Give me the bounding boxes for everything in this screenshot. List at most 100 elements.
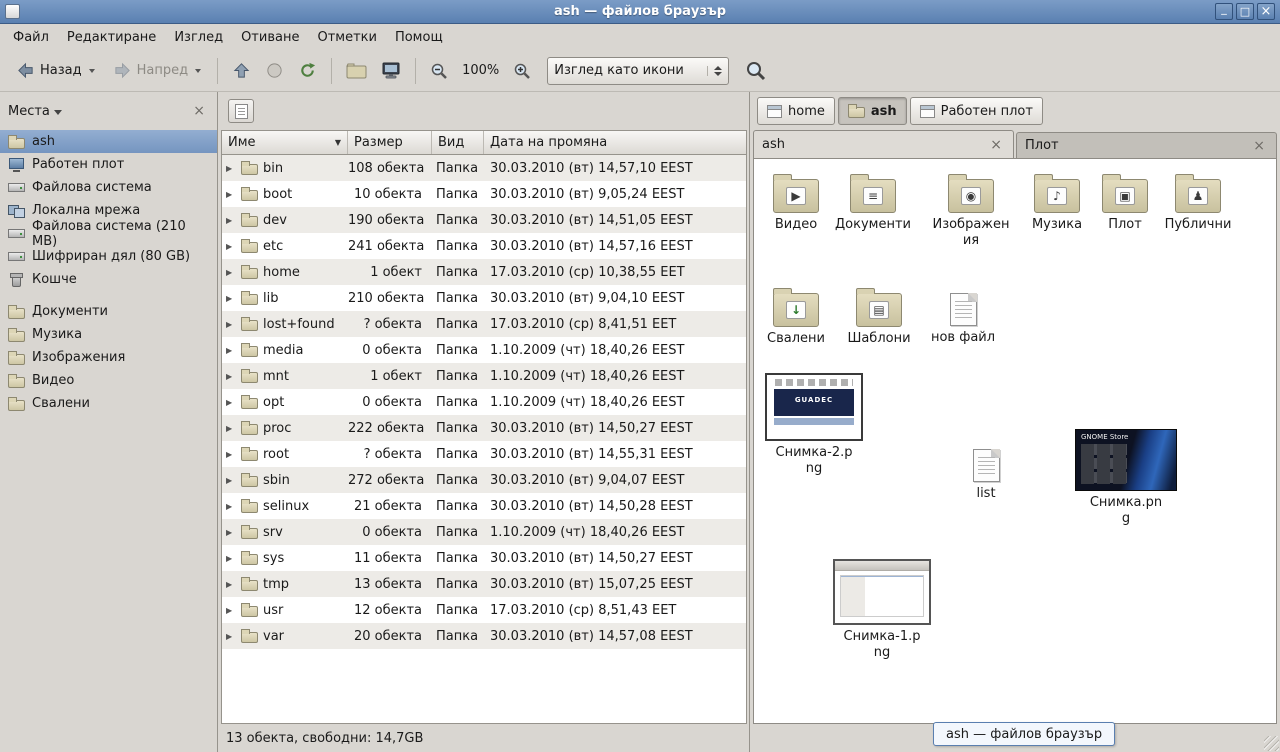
expander-icon[interactable] [226, 164, 236, 173]
expander-icon[interactable] [226, 632, 236, 641]
expander-icon[interactable] [226, 346, 236, 355]
column-header[interactable]: Дата на промяна [484, 131, 746, 154]
file-row[interactable]: mnt 1 обект Папка 1.10.2009 (чт) 18,40,2… [222, 363, 746, 389]
home-button[interactable] [340, 56, 373, 85]
file-row[interactable]: root ? обекта Папка 30.03.2010 (вт) 14,5… [222, 441, 746, 467]
file-icon-item[interactable]: ♟ Публични [1158, 173, 1238, 233]
file-row[interactable]: selinux 21 обекта Папка 30.03.2010 (вт) … [222, 493, 746, 519]
sidebar-place-item[interactable]: Файлова система [0, 176, 217, 199]
file-icon-item[interactable]: GNOME Store Снимка.png [1074, 429, 1178, 526]
sidebar-shortcut-item[interactable]: Свалени [0, 392, 217, 415]
menu-item[interactable]: Отметки [308, 24, 385, 50]
up-button[interactable] [226, 55, 257, 86]
window-resize-grip[interactable] [1264, 736, 1279, 751]
stop-button[interactable] [259, 55, 290, 86]
file-icon-item[interactable]: ↓ Свалени [756, 287, 836, 347]
forward-button[interactable]: Напред [105, 55, 209, 86]
sidebar-shortcut-item[interactable]: Изображения [0, 346, 217, 369]
tab[interactable]: ash [753, 130, 1014, 158]
expander-icon[interactable] [226, 294, 236, 303]
column-header[interactable]: Вид [432, 131, 484, 154]
maximize-button[interactable] [1236, 3, 1254, 20]
view-mode-dropdown[interactable]: Изглед като икони [547, 57, 729, 85]
file-row[interactable]: tmp 13 обекта Папка 30.03.2010 (вт) 15,0… [222, 571, 746, 597]
file-row[interactable]: lost+found ? обекта Папка 17.03.2010 (ср… [222, 311, 746, 337]
file-icon-item[interactable]: ▣ Плот [1085, 173, 1165, 233]
menu-item[interactable]: Файл [4, 24, 58, 50]
search-button[interactable] [739, 54, 773, 88]
expander-icon[interactable] [226, 476, 236, 485]
sidebar-place-item[interactable]: ash [0, 130, 217, 153]
menu-item[interactable]: Отиване [232, 24, 308, 50]
file-row[interactable]: home 1 обект Папка 17.03.2010 (ср) 10,38… [222, 259, 746, 285]
notes-pane-button[interactable] [228, 99, 254, 123]
file-row[interactable]: sys 11 обекта Папка 30.03.2010 (вт) 14,5… [222, 545, 746, 571]
file-icon-item[interactable]: нов файл [923, 287, 1003, 346]
file-icon-item[interactable]: ▶ Видео [756, 173, 836, 233]
close-button[interactable] [1257, 3, 1275, 20]
file-row[interactable]: srv 0 обекта Папка 1.10.2009 (чт) 18,40,… [222, 519, 746, 545]
path-button[interactable]: Работен плот [910, 97, 1043, 125]
column-header[interactable]: Име [222, 131, 348, 154]
file-row[interactable]: dev 190 обекта Папка 30.03.2010 (вт) 14,… [222, 207, 746, 233]
computer-button[interactable] [375, 56, 407, 86]
sidebar-close-icon[interactable] [189, 103, 209, 119]
file-row[interactable]: var 20 обекта Папка 30.03.2010 (вт) 14,5… [222, 623, 746, 649]
expander-icon[interactable] [226, 242, 236, 251]
expander-icon[interactable] [226, 268, 236, 277]
sidebar-place-item[interactable]: Кошче [0, 268, 217, 291]
file-row[interactable]: proc 222 обекта Папка 30.03.2010 (вт) 14… [222, 415, 746, 441]
tab-close-icon[interactable] [1250, 138, 1268, 154]
file-row[interactable]: opt 0 обекта Папка 1.10.2009 (чт) 18,40,… [222, 389, 746, 415]
zoom-out-button[interactable] [424, 56, 454, 86]
forward-history-caret-icon[interactable] [195, 69, 201, 73]
file-icon-item[interactable]: list [946, 443, 1026, 502]
expander-icon[interactable] [226, 580, 236, 589]
expander-icon[interactable] [226, 502, 236, 511]
sidebar-shortcut-item[interactable]: Документи [0, 300, 217, 323]
file-row[interactable]: usr 12 обекта Папка 17.03.2010 (ср) 8,51… [222, 597, 746, 623]
file-icon-item[interactable]: Снимка-1.png [832, 559, 932, 660]
sidebar-pane-dropdown-icon[interactable] [54, 110, 62, 115]
expander-icon[interactable] [226, 190, 236, 199]
menu-item[interactable]: Изглед [165, 24, 232, 50]
sidebar-place-item[interactable]: Шифриран дял (80 GB) [0, 245, 217, 268]
back-button[interactable]: Назад [8, 55, 103, 86]
file-row[interactable]: media 0 обекта Папка 1.10.2009 (чт) 18,4… [222, 337, 746, 363]
sidebar-shortcut-item[interactable]: Видео [0, 369, 217, 392]
sidebar-place-item[interactable]: Файлова система (210 MB) [0, 222, 217, 245]
file-icon-item[interactable]: ≡ Документи [833, 173, 913, 233]
expander-icon[interactable] [226, 424, 236, 433]
expander-icon[interactable] [226, 606, 236, 615]
icon-view[interactable]: ▶ Видео ≡ Документи [753, 158, 1277, 724]
file-row[interactable]: sbin 272 обекта Папка 30.03.2010 (вт) 9,… [222, 467, 746, 493]
file-row[interactable]: boot 10 обекта Папка 30.03.2010 (вт) 9,0… [222, 181, 746, 207]
file-icon-item[interactable]: GUADEC Снимка-2.png [764, 373, 864, 476]
back-history-caret-icon[interactable] [89, 69, 95, 73]
zoom-in-button[interactable] [507, 56, 537, 86]
path-button[interactable]: home [757, 97, 835, 125]
path-button[interactable]: ash [838, 97, 907, 125]
file-icon-item[interactable]: ◉ Изображения [931, 173, 1011, 248]
expander-icon[interactable] [226, 398, 236, 407]
file-icon-item[interactable]: ▤ Шаблони [839, 287, 919, 347]
expander-icon[interactable] [226, 216, 236, 225]
sidebar-shortcut-item[interactable]: Музика [0, 323, 217, 346]
reload-button[interactable] [292, 55, 323, 86]
file-row[interactable]: lib 210 обекта Папка 30.03.2010 (вт) 9,0… [222, 285, 746, 311]
tab-close-icon[interactable] [987, 137, 1005, 153]
expander-icon[interactable] [226, 450, 236, 459]
menu-item[interactable]: Редактиране [58, 24, 165, 50]
expander-icon[interactable] [226, 528, 236, 537]
expander-icon[interactable] [226, 554, 236, 563]
minimize-button[interactable] [1215, 3, 1233, 20]
expander-icon[interactable] [226, 320, 236, 329]
column-header[interactable]: Размер [348, 131, 432, 154]
file-row[interactable]: bin 108 обекта Папка 30.03.2010 (вт) 14,… [222, 155, 746, 181]
thumbnail-text: GNOME Store [1076, 430, 1176, 441]
expander-icon[interactable] [226, 372, 236, 381]
sidebar-place-item[interactable]: Работен плот [0, 153, 217, 176]
menu-item[interactable]: Помощ [386, 24, 452, 50]
file-row[interactable]: etc 241 обекта Папка 30.03.2010 (вт) 14,… [222, 233, 746, 259]
tab[interactable]: Плот [1016, 132, 1277, 158]
